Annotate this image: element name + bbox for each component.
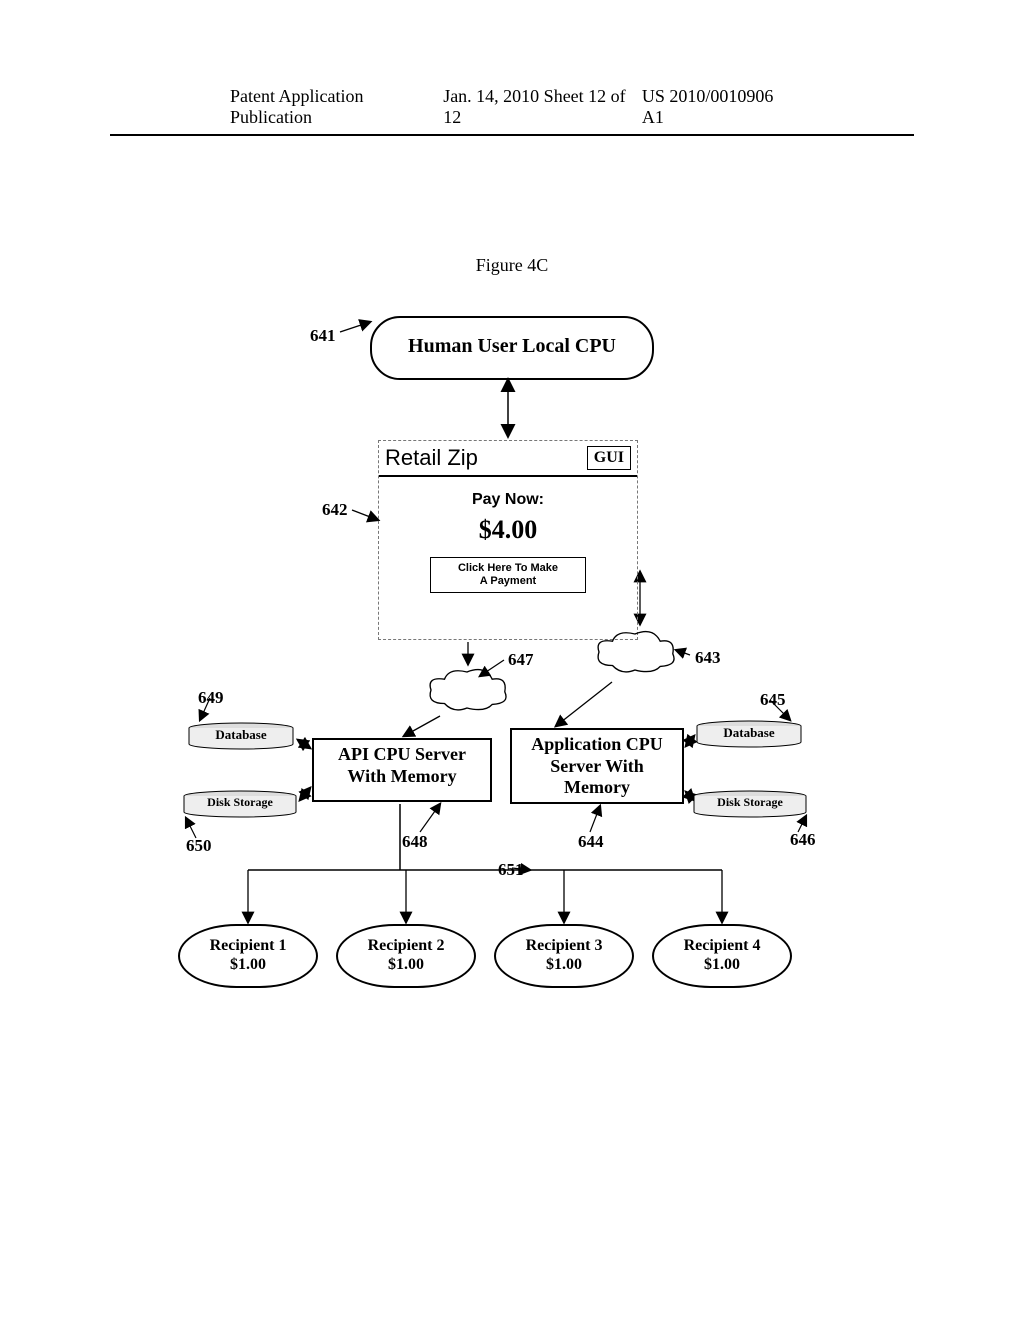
pay-amount: $4.00	[379, 515, 637, 545]
recipient-amount: $1.00	[546, 956, 582, 973]
pay-now-label: Pay Now:	[379, 491, 637, 509]
db-label: Database	[215, 727, 266, 742]
recipient-node: Recipient 4 $1.00	[652, 924, 792, 988]
recipient-node: Recipient 1 $1.00	[178, 924, 318, 988]
header-right: US 2010/0010906 A1	[642, 86, 794, 128]
ref-646: 646	[790, 830, 816, 850]
disk-storage-icon: Disk Storage	[180, 790, 300, 818]
app-l2: Server With	[550, 756, 644, 776]
recipient-name: Recipient 1	[210, 937, 287, 954]
ref-649: 649	[198, 688, 224, 708]
app-l1: Application CPU	[531, 734, 663, 754]
patent-figure-page: Patent Application Publication Jan. 14, …	[0, 0, 1024, 1320]
pay-btn-line1: Click Here To Make	[458, 562, 558, 574]
pay-btn-line2: A Payment	[480, 575, 536, 587]
ref-642: 642	[322, 500, 348, 520]
database-icon: Database	[694, 720, 804, 748]
gui-title-bar: Retail Zip GUI	[379, 441, 637, 477]
app-l3: Memory	[564, 777, 630, 797]
database-icon: Database	[186, 722, 296, 750]
header-left: Patent Application Publication	[230, 86, 443, 128]
disk-label: Disk Storage	[207, 795, 273, 809]
node-gui-box: Retail Zip GUI Pay Now: $4.00 Click Here…	[378, 440, 638, 640]
make-payment-button[interactable]: Click Here To Make A Payment	[430, 557, 586, 593]
node-api-cpu-server: API CPU Server With Memory	[312, 738, 492, 802]
ref-650: 650	[186, 836, 212, 856]
gui-app-name: Retail Zip	[379, 441, 587, 475]
page-header: Patent Application Publication Jan. 14, …	[110, 86, 914, 136]
cloud-icon	[422, 660, 512, 720]
api-l1: API CPU Server	[338, 744, 466, 764]
recipient-node: Recipient 3 $1.00	[494, 924, 634, 988]
ref-645: 645	[760, 690, 786, 710]
disk-storage-icon: Disk Storage	[690, 790, 810, 818]
node-human-user-local-cpu: Human User Local CPU	[370, 316, 654, 380]
recipient-name: Recipient 4	[684, 937, 761, 954]
recipient-node: Recipient 2 $1.00	[336, 924, 476, 988]
ref-648: 648	[402, 832, 428, 852]
cloud-icon	[590, 622, 680, 682]
disk-label: Disk Storage	[717, 795, 783, 809]
recipient-name: Recipient 3	[526, 937, 603, 954]
recipient-amount: $1.00	[704, 956, 740, 973]
api-l2: With Memory	[347, 766, 456, 786]
node-application-cpu-server: Application CPU Server With Memory	[510, 728, 684, 804]
header-mid: Jan. 14, 2010 Sheet 12 of 12	[443, 86, 642, 128]
ref-644: 644	[578, 832, 604, 852]
recipient-name: Recipient 2	[368, 937, 445, 954]
recipient-amount: $1.00	[230, 956, 266, 973]
ref-641: 641	[310, 326, 336, 346]
gui-tag: GUI	[587, 446, 631, 470]
recipient-amount: $1.00	[388, 956, 424, 973]
ref-647: 647	[508, 650, 534, 670]
figure-title: Figure 4C	[0, 255, 1024, 276]
ref-651: 651	[498, 860, 524, 880]
db-label: Database	[723, 725, 774, 740]
ref-643: 643	[695, 648, 721, 668]
